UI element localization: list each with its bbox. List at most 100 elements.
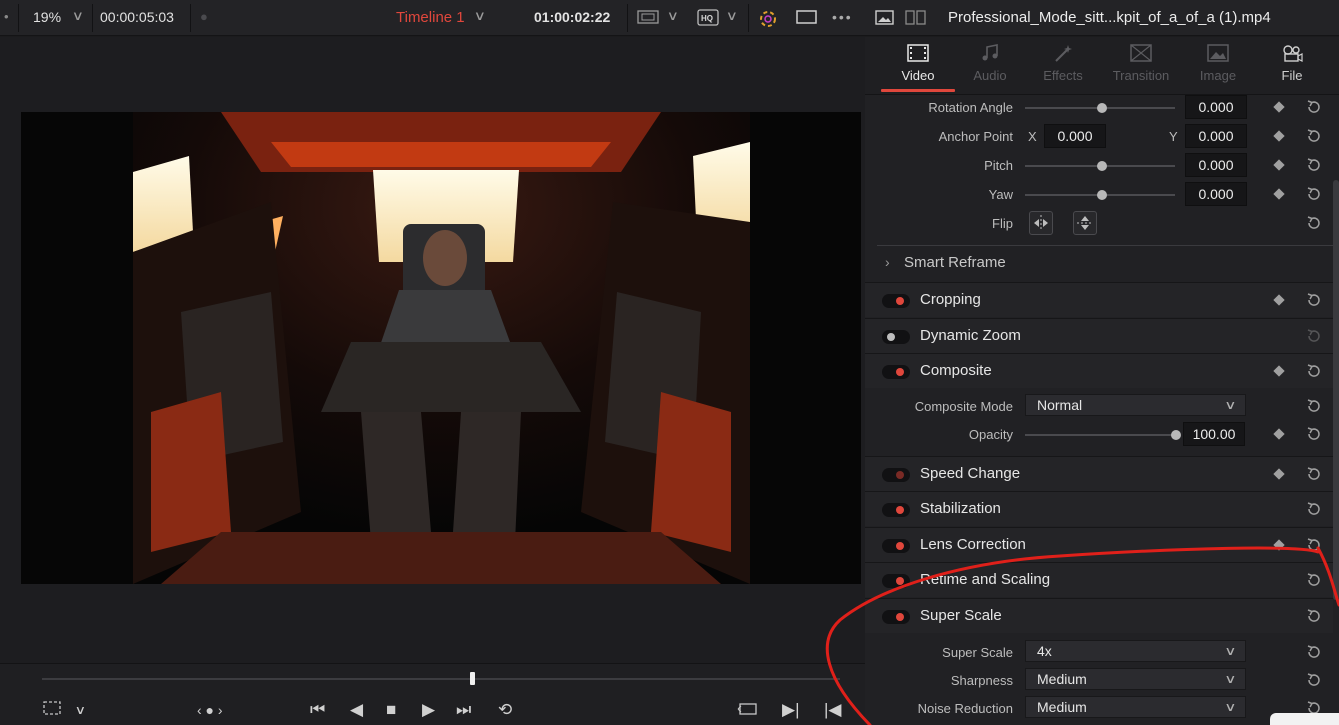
more-options-icon[interactable]: ••• (832, 9, 853, 25)
reset-icon[interactable] (1305, 571, 1323, 594)
video-frame[interactable] (21, 112, 861, 584)
match-frame-icon[interactable] (737, 700, 759, 723)
playback-chevron-down-icon[interactable]: ∨ (726, 8, 738, 24)
zoom-level[interactable]: 19% (33, 9, 61, 25)
reset-icon[interactable] (1305, 156, 1323, 179)
keyframe-diamond-icon[interactable] (1273, 130, 1285, 142)
composite-toggle[interactable] (882, 365, 910, 379)
tab-file[interactable]: File (1255, 43, 1329, 83)
dynamic-zoom-section[interactable]: Dynamic Zoom (865, 318, 1333, 353)
retime-scaling-section[interactable]: Retime and Scaling (865, 562, 1333, 597)
prev-frame-icon[interactable]: |◀ (824, 700, 842, 720)
go-to-start-icon[interactable]: ⏮ (310, 700, 325, 720)
flip-horizontal-button[interactable] (1029, 211, 1053, 235)
reset-icon[interactable] (1305, 362, 1323, 385)
reset-icon[interactable] (1305, 425, 1323, 448)
reset-icon[interactable] (1305, 327, 1323, 350)
keyframe-diamond-icon[interactable] (1273, 101, 1285, 113)
inspector-scrollbar[interactable] (1333, 180, 1339, 600)
noise-reduction-select[interactable]: Medium ∨ (1025, 696, 1246, 718)
play-reverse-icon[interactable]: ◀ (350, 700, 363, 720)
reset-icon[interactable] (1305, 607, 1323, 630)
keyframe-diamond-icon[interactable] (1273, 188, 1285, 200)
reset-icon[interactable] (1305, 127, 1323, 150)
menu-dot-icon[interactable]: • (4, 9, 9, 24)
split-view-icon[interactable] (905, 9, 927, 32)
zoom-chevron-down-icon[interactable]: ∨ (72, 8, 84, 24)
reset-icon[interactable] (1305, 643, 1323, 666)
keyframe-diamond-icon[interactable] (1273, 365, 1285, 377)
rotation-angle-knob[interactable] (1097, 103, 1107, 113)
tab-video[interactable]: Video (881, 43, 955, 83)
reset-icon[interactable] (1305, 465, 1323, 488)
lens-correction-section[interactable]: Lens Correction (865, 527, 1333, 562)
super-scale-section[interactable]: Super Scale (865, 598, 1333, 633)
color-wheel-icon[interactable] (757, 9, 779, 34)
camera-reel-icon (1283, 45, 1303, 62)
keyframe-diamond-icon[interactable] (1273, 428, 1285, 440)
safe-area-icon[interactable] (42, 700, 62, 721)
reset-icon[interactable] (1305, 185, 1323, 208)
reset-icon[interactable] (1305, 500, 1323, 523)
anchor-x-field[interactable]: 0.000 (1044, 124, 1106, 148)
retime-scaling-toggle[interactable] (882, 574, 910, 588)
reset-icon[interactable] (1305, 397, 1323, 420)
source-timecode[interactable]: 00:00:05:03 (100, 9, 174, 25)
opacity-field[interactable]: 100.00 (1183, 422, 1245, 446)
hq-playback-icon[interactable]: HQ (697, 9, 721, 32)
cropping-section[interactable]: Cropping (865, 282, 1333, 317)
reset-icon[interactable] (1305, 536, 1323, 559)
sharpness-select[interactable]: Medium ∨ (1025, 668, 1246, 690)
play-icon[interactable]: ▶ (422, 700, 435, 720)
pitch-field[interactable]: 0.000 (1185, 153, 1247, 177)
viewer-size-chevron-down-icon[interactable]: ∨ (667, 8, 679, 24)
timeline-chevron-down-icon[interactable]: ∨ (474, 8, 486, 24)
keyframe-diamond-icon[interactable] (1273, 539, 1285, 551)
composite-section[interactable]: Composite (865, 353, 1333, 388)
yaw-field[interactable]: 0.000 (1185, 182, 1247, 206)
keyframe-diamond-icon[interactable] (1273, 468, 1285, 480)
rotation-angle-field[interactable]: 0.000 (1185, 95, 1247, 119)
timeline-name[interactable]: Timeline 1 (396, 9, 465, 26)
stabilization-section[interactable]: Stabilization (865, 491, 1333, 526)
yaw-knob[interactable] (1097, 190, 1107, 200)
dynamic-zoom-toggle[interactable] (882, 330, 910, 344)
speed-change-section[interactable]: Speed Change (865, 456, 1333, 491)
tab-effects[interactable]: Effects (1026, 43, 1100, 83)
super-scale-toggle[interactable] (882, 610, 910, 624)
viewer-size-icon[interactable] (637, 9, 659, 30)
super-scale-select[interactable]: 4x ∨ (1025, 640, 1246, 662)
speed-change-toggle[interactable] (882, 468, 910, 482)
jog-control-icon[interactable]: ‹ ● › (197, 700, 223, 720)
playhead[interactable] (470, 672, 475, 685)
tab-image[interactable]: Image (1181, 43, 1255, 83)
stabilization-toggle[interactable] (882, 503, 910, 517)
opacity-knob[interactable] (1171, 430, 1181, 440)
reset-icon[interactable] (1305, 98, 1323, 121)
lens-correction-toggle[interactable] (882, 539, 910, 553)
next-frame-icon[interactable]: ▶| (782, 700, 800, 720)
single-viewer-icon[interactable] (796, 9, 818, 30)
image-icon[interactable] (875, 9, 895, 32)
pitch-knob[interactable] (1097, 161, 1107, 171)
chevron-down-icon: ∨ (1224, 644, 1237, 658)
anchor-y-field[interactable]: 0.000 (1185, 124, 1247, 148)
loop-icon[interactable]: ⟲ (498, 700, 512, 720)
cropping-toggle[interactable] (882, 294, 910, 308)
composite-mode-select[interactable]: Normal ∨ (1025, 394, 1246, 416)
safe-area-chevron-down-icon[interactable]: ∨ (75, 700, 86, 720)
reset-icon[interactable] (1305, 214, 1323, 237)
reset-icon[interactable] (1305, 291, 1323, 314)
stop-icon[interactable]: ■ (386, 700, 396, 720)
keyframe-diamond-icon[interactable] (1273, 294, 1285, 306)
go-to-end-icon[interactable]: ⏭ (456, 700, 471, 720)
opacity-slider[interactable] (1025, 434, 1175, 436)
keyframe-diamond-icon[interactable] (1273, 159, 1285, 171)
tab-audio[interactable]: Audio (953, 43, 1027, 83)
tab-transition[interactable]: Transition (1104, 43, 1178, 83)
flip-vertical-button[interactable] (1073, 211, 1097, 235)
scrub-bar[interactable] (42, 678, 840, 680)
record-timecode[interactable]: 01:00:02:22 (534, 9, 610, 25)
smart-reframe-section[interactable]: › Smart Reframe (877, 245, 1333, 280)
reset-icon[interactable] (1305, 671, 1323, 694)
